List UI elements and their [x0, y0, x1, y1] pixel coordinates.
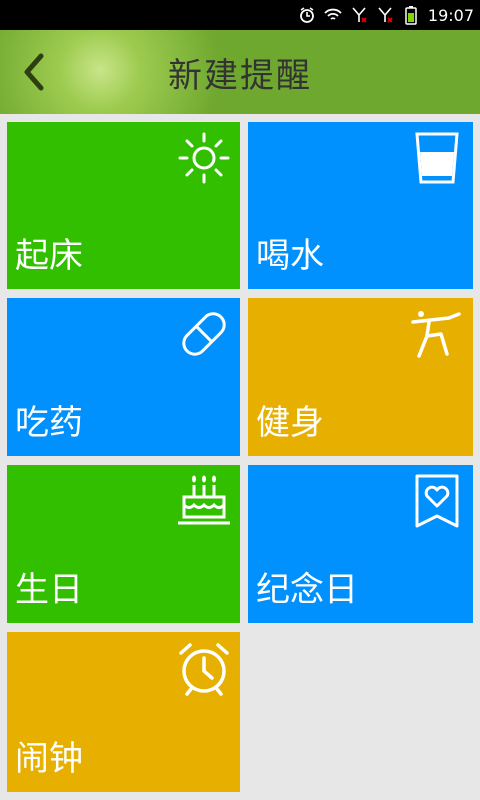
tile-label: 纪念日 — [256, 570, 358, 610]
tile-label: 健身 — [256, 403, 324, 443]
tile-label: 生日 — [15, 570, 83, 610]
tile-take-medicine[interactable]: 吃药 — [7, 298, 240, 456]
alarm-clock-icon — [179, 643, 229, 696]
signal-2-icon — [376, 6, 394, 24]
tile-label: 起床 — [15, 236, 83, 276]
battery-icon — [402, 6, 420, 25]
exercise-icon — [411, 311, 461, 358]
tile-label: 吃药 — [15, 403, 83, 443]
alarm-icon — [298, 6, 316, 24]
back-button[interactable] — [10, 48, 58, 96]
status-time: 19:07 — [427, 5, 474, 25]
tile-birthday[interactable]: 生日 — [7, 465, 240, 623]
tile-drink-water[interactable]: 喝水 — [248, 122, 473, 289]
tile-alarm-clock[interactable]: 闹钟 — [7, 632, 240, 792]
tile-wake-up[interactable]: 起床 — [7, 122, 240, 289]
cup-icon — [415, 132, 459, 184]
signal-1-icon — [350, 6, 368, 24]
chevron-left-icon — [24, 53, 44, 91]
tile-anniversary[interactable]: 纪念日 — [248, 465, 473, 623]
sun-icon — [178, 132, 230, 184]
tile-fitness[interactable]: 健身 — [248, 298, 473, 456]
status-bar: 19:07 — [0, 0, 480, 30]
tile-label: 闹钟 — [15, 739, 83, 779]
cake-icon — [178, 475, 230, 525]
pill-icon — [182, 312, 226, 356]
page-title: 新建提醒 — [168, 55, 312, 96]
tile-label: 喝水 — [256, 236, 324, 276]
wifi-icon — [324, 6, 342, 24]
heart-bookmark-icon — [415, 474, 459, 528]
app-bar: 新建提醒 — [0, 30, 480, 114]
